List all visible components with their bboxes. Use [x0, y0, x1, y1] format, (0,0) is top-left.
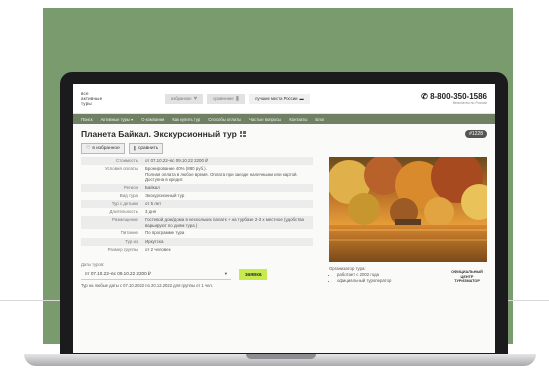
spec-row: Длительность 3 дня — [81, 208, 313, 216]
nav-item-payment[interactable]: Способы оплаты — [208, 117, 241, 122]
spec-row: Тур с детьми от 5 лет — [81, 200, 313, 209]
spec-value: Иркутска — [145, 238, 164, 244]
compare-button-label: сравнить — [137, 146, 159, 151]
organizer-list: работает с 2002 года официальный туропер… — [329, 272, 447, 284]
spec-value: По программе тура — [145, 230, 185, 236]
nav-item-faq[interactable]: Частые вопросы — [249, 117, 281, 122]
spec-key: Вид тура — [119, 192, 138, 198]
spec-key: Размер группы — [107, 246, 138, 252]
compare-label: сравнение — [213, 96, 234, 101]
spec-value: от 07.10.22–вс 09.10.22 2200 ₽ — [145, 158, 208, 163]
spec-row: Размер группы от 2 человек — [81, 246, 313, 254]
date-select[interactable]: пт 07.10.22–вс 09.10.22 2200 ₽ ▾ — [81, 269, 231, 280]
add-to-favorites-button[interactable]: ♡ в избранное — [81, 143, 125, 154]
spec-value: Байкал — [145, 184, 160, 190]
tour-photo[interactable] — [329, 157, 487, 262]
logo-text: ТУРИЗМАТОР — [454, 279, 480, 283]
chevron-down-icon: ▾ — [224, 271, 227, 276]
favorites-label: избранное — [171, 96, 192, 101]
spec-row: Стоимость от 07.10.22–вс 09.10.22 2200 ₽ — [81, 157, 313, 166]
tour-details: Стоимость от 07.10.22–вс 09.10.22 2200 ₽ … — [81, 157, 319, 288]
best-places-label: лучшие места России — [255, 96, 298, 101]
favorite-button-label: в избранное — [92, 146, 120, 151]
spec-value: Бронирование 40% (880 руб.). Полная опла… — [145, 166, 298, 183]
spec-value: от 5 лет — [145, 201, 162, 207]
bars-icon: ⫼ — [133, 146, 136, 152]
compare-button[interactable]: ⫼ сравнить — [128, 143, 164, 154]
spec-key: Условия оплаты — [104, 166, 138, 172]
dates-row: пт 07.10.22–вс 09.10.22 2200 ₽ ▾ заявка — [81, 269, 319, 280]
spec-row: Вид тура Экскурсионный тур — [81, 192, 313, 200]
organizer-block: Организатор тура: работает с 2002 года о… — [329, 266, 487, 284]
site-header: все активные туры избранное ♥ сравнение … — [73, 84, 495, 114]
dates-label: Даты туров: — [81, 262, 105, 267]
tour-title-row: Планета Байкал. Экскурсионный тур #1228 — [73, 124, 495, 140]
phone-text: 8-800-350-1586 — [430, 92, 487, 101]
nav-item-search[interactable]: Поиск — [81, 117, 93, 122]
spec-key: Длительность — [109, 209, 138, 215]
grid-icon[interactable] — [239, 131, 246, 137]
header-buttons: избранное ♥ сравнение ▮ лучшие места Рос… — [165, 93, 310, 104]
tour-content: Стоимость от 07.10.22–вс 09.10.22 2200 ₽ … — [73, 157, 495, 288]
laptop-notch — [246, 354, 316, 359]
heart-icon: ♥ — [193, 95, 198, 102]
selected-date: пт 07.10.22–вс 09.10.22 2200 ₽ — [85, 271, 151, 276]
autumn-lake-image — [329, 157, 487, 262]
flag-icon: ▬ — [299, 96, 304, 101]
dates-section: Даты туров: пт 07.10.22–вс 09.10.22 2200… — [81, 262, 319, 288]
heart-outline-icon: ♡ — [86, 146, 91, 151]
specs-table: Стоимость от 07.10.22–вс 09.10.22 2200 ₽ … — [81, 157, 313, 254]
logo-line: туры — [81, 101, 92, 106]
spec-row: Регион Байкал — [81, 183, 313, 192]
nav-item-blog[interactable]: Блог — [315, 117, 324, 122]
spec-row: Размещение Гостевой дом/дома в нескольких… — [81, 216, 313, 230]
organizer-logo[interactable]: ОФИЦИАЛЬНЫЙ ЦЕНТР ТУРИЗМАТОР — [447, 266, 487, 284]
best-places-link[interactable]: лучшие места России ▬ — [249, 93, 310, 104]
spec-row: Условия оплаты Бронирование 40% (880 руб.… — [81, 165, 313, 184]
phone-block[interactable]: ✆ 8-800-350-1586 бесплатно по России — [421, 92, 487, 105]
spec-key: Тур с детьми — [111, 201, 138, 207]
spec-value: от 2 человек — [145, 246, 171, 252]
spec-row: Тур из Иркутска — [81, 237, 313, 246]
promo-scene: все активные туры избранное ♥ сравнение … — [0, 0, 549, 381]
phone-caption: бесплатно по России — [452, 101, 487, 105]
spec-value: Экскурсионный тур — [145, 192, 185, 198]
spec-key: Стоимость — [116, 158, 138, 163]
tour-side: Организатор тура: работает с 2002 года о… — [329, 157, 487, 288]
nav-item-how-to-buy[interactable]: Как купить тур — [172, 117, 200, 122]
spec-key: Размещение — [112, 217, 138, 223]
spec-row: Питание По программе тура — [81, 229, 313, 237]
compare-icon: ▮ — [235, 96, 240, 102]
spec-value: 3 дня — [145, 209, 157, 215]
spec-key: Тур из — [125, 238, 138, 244]
spec-key: Питание — [120, 230, 138, 236]
spec-value: Гостевой дом/дома в нескольких палатк + … — [145, 217, 304, 228]
page-title: Планета Байкал. Экскурсионный тур — [81, 129, 237, 139]
booking-note: Тур на любые даты с 07.10.2022 по 20.12.… — [81, 283, 213, 288]
compare-link[interactable]: сравнение ▮ — [207, 93, 246, 104]
nav-item-contacts[interactable]: Контакты — [289, 117, 307, 122]
list-item: официальный туроператор — [337, 278, 447, 284]
laptop-screen: все активные туры избранное ♥ сравнение … — [73, 84, 495, 353]
logo-text: ОФИЦИАЛЬНЫЙ — [451, 270, 483, 274]
phone-number: ✆ 8-800-350-1586 — [421, 92, 487, 101]
tour-id-badge: #1228 — [465, 130, 487, 138]
nav-item-about[interactable]: О компании — [141, 117, 164, 122]
main-nav: Поиск Активные туры ▾ О компании Как куп… — [73, 114, 495, 124]
nav-item-active-tours[interactable]: Активные туры ▾ — [101, 117, 134, 122]
order-button[interactable]: заявка — [239, 269, 268, 280]
site-logo[interactable]: все активные туры — [81, 91, 151, 106]
tour-actions: ♡ в избранное ⫼ сравнить — [73, 140, 495, 157]
spec-key: Регион — [123, 184, 138, 190]
organizer-info: Организатор тура: работает с 2002 года о… — [329, 266, 447, 284]
favorites-link[interactable]: избранное ♥ — [165, 93, 204, 104]
